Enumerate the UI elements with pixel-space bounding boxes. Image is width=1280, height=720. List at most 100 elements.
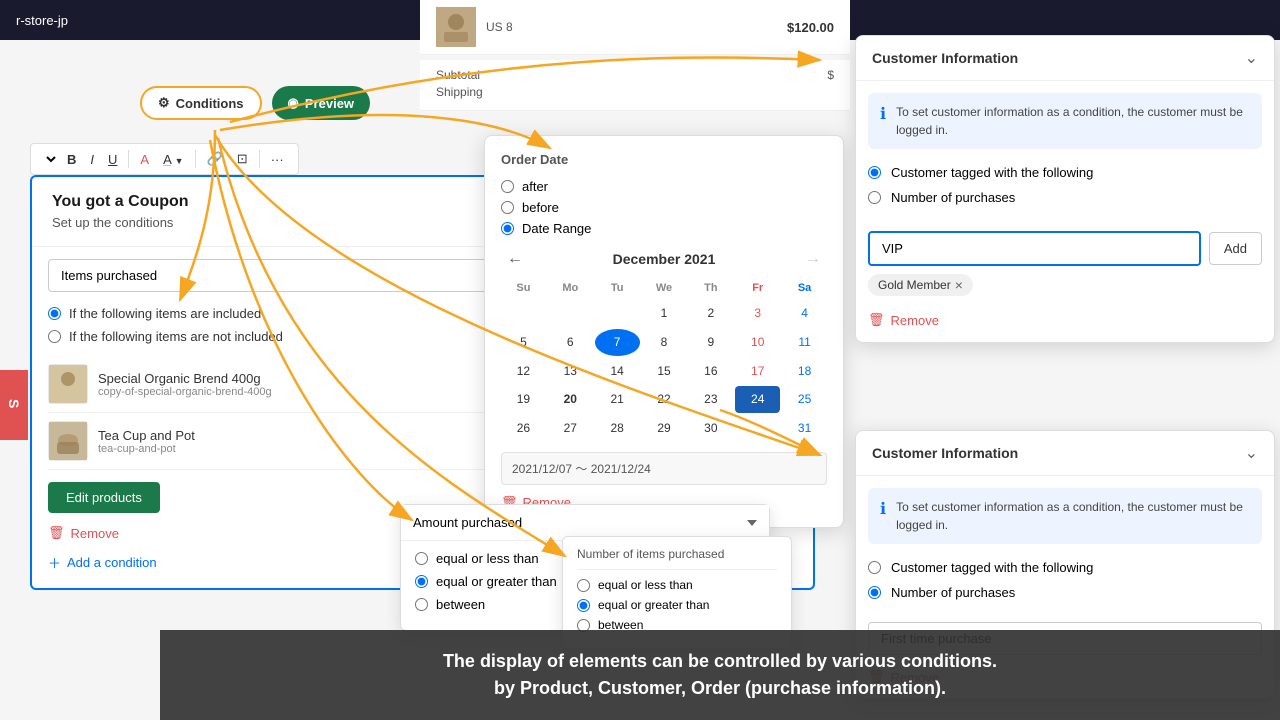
cal-day-14[interactable]: 14 [595, 358, 640, 385]
cp-tagged-radio[interactable]: Customer tagged with the following [868, 165, 1262, 180]
cal-day-17[interactable]: 17 [735, 358, 780, 385]
preview-button[interactable]: ◉ Preview [272, 86, 371, 120]
cal-day-20[interactable]: 20 [548, 386, 593, 413]
conditions-button[interactable]: ⚙ Conditions [140, 86, 262, 120]
cal-day-25[interactable]: 25 [782, 386, 827, 413]
cal-day-19[interactable]: 19 [501, 386, 546, 413]
cal-day-6[interactable]: 6 [548, 329, 593, 356]
cal-day-2[interactable]: 2 [688, 300, 733, 327]
chevron-down-icon-bottom: ⌄ [1245, 443, 1258, 463]
cal-day-26[interactable]: 26 [501, 415, 546, 442]
cp-top-header: Customer Information ⌄ [856, 36, 1274, 81]
cal-day-30[interactable]: 30 [688, 415, 733, 442]
cal-day-23[interactable]: 23 [688, 386, 733, 413]
product-thumb-2 [48, 421, 88, 461]
edit-products-button[interactable]: Edit products [48, 482, 160, 513]
info-icon: ℹ [880, 104, 886, 124]
cal-day-4[interactable]: 4 [782, 300, 827, 327]
highlight-button[interactable]: A ▼ [157, 149, 190, 170]
cal-day-28[interactable]: 28 [595, 415, 640, 442]
cal-day-18[interactable]: 18 [782, 358, 827, 385]
plus-icon: ＋ [48, 553, 61, 572]
more-button[interactable]: ··· [265, 149, 290, 170]
cal-empty [548, 300, 593, 327]
caption-line-2: by Product, Customer, Order (purchase in… [200, 675, 1240, 702]
cal-day-16[interactable]: 16 [688, 358, 733, 385]
product-image [436, 7, 476, 47]
cp-top-info-box: ℹ To set customer information as a condi… [868, 93, 1262, 149]
cp-top-title-select[interactable]: Customer Information [872, 50, 1245, 66]
cp-bottom-title-select[interactable]: Customer Information [872, 445, 1245, 461]
preview-label: Preview [305, 96, 354, 111]
remove-label: Remove [71, 526, 119, 541]
cal-header-tu: Tu [595, 278, 640, 298]
text-toolbar: B I U A A ▼ 🔗 ⊡ ··· [30, 143, 299, 175]
text-color-button[interactable]: A [134, 149, 155, 170]
edit-products-label: Edit products [66, 490, 142, 505]
cal-day-9[interactable]: 9 [688, 329, 733, 356]
cp-purchases-radio[interactable]: Number of purchases [868, 190, 1262, 205]
caption-bar: The display of elements can be controlle… [160, 630, 1280, 720]
cp-bottom-info-text: To set customer information as a conditi… [896, 498, 1250, 534]
cal-day-24[interactable]: 24 [735, 386, 780, 413]
separator2 [195, 150, 196, 168]
customer-panel-top: Customer Information ⌄ ℹ To set customer… [855, 35, 1275, 343]
vip-add-button[interactable]: Add [1209, 232, 1262, 265]
date-range-display: 2021/12/07 ～ 2021/12/24 [501, 452, 827, 485]
cp-top-radio-section: Customer tagged with the following Numbe… [856, 161, 1274, 227]
order-date-title: Order Date [501, 152, 827, 167]
cp-top-info-text: To set customer information as a conditi… [896, 103, 1250, 139]
cal-header-we: We [642, 278, 687, 298]
cal-day-1[interactable]: 1 [642, 300, 687, 327]
cal-day-29[interactable]: 29 [642, 415, 687, 442]
underline-button[interactable]: U [102, 149, 123, 170]
cal-day-11[interactable]: 11 [782, 329, 827, 356]
tag-remove-button[interactable]: × [955, 278, 963, 292]
cal-empty [501, 300, 546, 327]
italic-button[interactable]: I [84, 149, 100, 170]
date-before-radio[interactable]: before [501, 200, 827, 215]
prev-month-button[interactable]: ← [501, 248, 529, 270]
cal-day-13[interactable]: 13 [548, 358, 593, 385]
image-button[interactable]: ⊡ [231, 148, 254, 170]
month-label: December 2021 [613, 251, 716, 267]
items-sub-label: Number of items purchased [577, 547, 777, 570]
product-slug-2: tea-cup-and-pot [98, 443, 195, 455]
cal-day-21[interactable]: 21 [595, 386, 640, 413]
gear-icon: ⚙ [158, 95, 170, 111]
cal-header-mo: Mo [548, 278, 593, 298]
shipping-row: Shipping [436, 85, 834, 99]
cal-day-12[interactable]: 12 [501, 358, 546, 385]
cal-day-31[interactable]: 31 [782, 415, 827, 442]
cal-day-8[interactable]: 8 [642, 329, 687, 356]
cal-day-3[interactable]: 3 [735, 300, 780, 327]
cp-bottom-tagged-radio[interactable]: Customer tagged with the following [868, 560, 1262, 575]
date-range-radio[interactable]: Date Range [501, 221, 827, 236]
font-style-select[interactable] [39, 151, 59, 167]
date-after-radio[interactable]: after [501, 179, 827, 194]
vip-input-field[interactable] [868, 231, 1201, 266]
cal-day-15[interactable]: 15 [642, 358, 687, 385]
link-button[interactable]: 🔗 [201, 148, 229, 170]
cal-day-27[interactable]: 27 [548, 415, 593, 442]
cal-empty [735, 415, 780, 442]
caption-line-1: The display of elements can be controlle… [200, 648, 1240, 675]
subtotal-label: Subtotal [436, 68, 480, 82]
cal-day-10[interactable]: 10 [735, 329, 780, 356]
next-month-button[interactable]: → [799, 248, 827, 270]
cal-day-22[interactable]: 22 [642, 386, 687, 413]
subtotal-row: Subtotal $ [436, 68, 834, 82]
cp-top-remove-link[interactable]: 🗑 Remove [856, 304, 1274, 342]
bold-button[interactable]: B [61, 149, 82, 170]
items-less-radio[interactable]: equal or less than [577, 578, 777, 592]
cal-header-sa: Sa [782, 278, 827, 298]
cal-day-5[interactable]: 5 [501, 329, 546, 356]
calendar-nav: ← December 2021 → [501, 248, 827, 270]
cal-day-7[interactable]: 7 [595, 329, 640, 356]
subtotal-value: $ [827, 68, 834, 82]
product-size: US 8 [486, 20, 787, 34]
items-greater-radio[interactable]: equal or greater than [577, 598, 777, 612]
product-name-1: Special Organic Brend 400g [98, 371, 272, 386]
cp-bottom-purchases-radio[interactable]: Number of purchases [868, 585, 1262, 600]
separator [128, 150, 129, 168]
